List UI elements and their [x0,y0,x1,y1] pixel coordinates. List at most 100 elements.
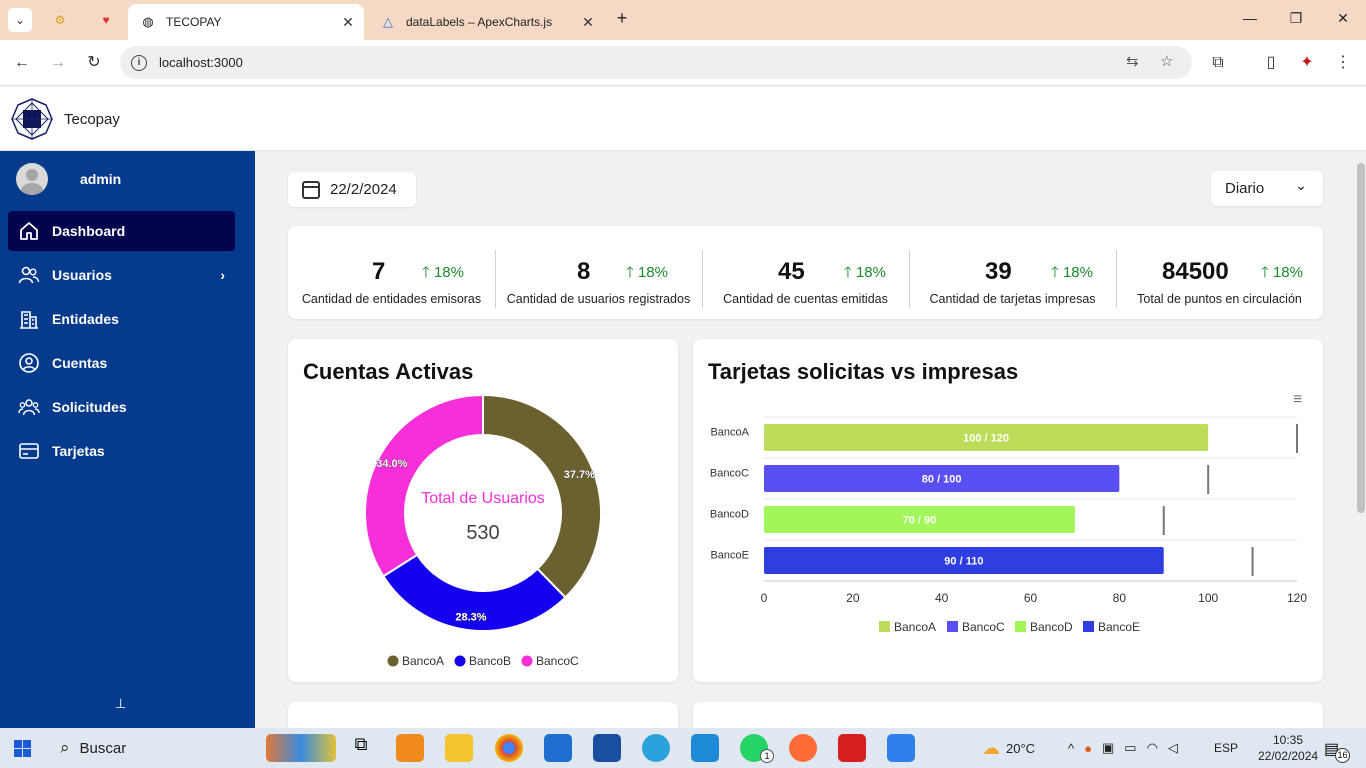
search-icon: ⌕ [60,738,70,757]
forward-button[interactable]: → [47,52,69,74]
close-tab-icon[interactable]: ✕ [578,14,598,31]
sidebar: admin Dashboard Usuarios › Entidades Cue… [0,151,255,728]
legend-marker[interactable] [1015,621,1026,632]
security-icon[interactable] [593,734,621,762]
mail-icon[interactable] [544,734,572,762]
task-view-icon[interactable]: ⧉ [347,734,375,762]
chrome-icon[interactable] [495,734,523,762]
date-picker[interactable]: 22/2/2024 [288,172,416,207]
git-tool-icon[interactable] [887,734,915,762]
legend-marker[interactable] [387,655,399,667]
extensions-icon[interactable]: ⧉ [1207,52,1229,74]
battery-icon[interactable]: ▭ [1124,740,1136,756]
close-tab-icon[interactable]: ✕ [338,14,358,31]
legend-marker[interactable] [947,621,958,632]
app-icon-1[interactable] [396,734,424,762]
pdf-reader-icon[interactable] [838,734,866,762]
weather-widget[interactable]: ☁ 20°C [982,728,1035,768]
back-button[interactable]: ← [11,52,33,74]
sidebar-nav: Dashboard Usuarios › Entidades Cuentas S… [8,211,235,475]
translate-icon[interactable]: ⇆ [1126,52,1139,70]
sidebar-item-tarjetas[interactable]: Tarjetas [8,431,235,471]
file-explorer-icon[interactable] [445,734,473,762]
omnibox[interactable]: i localhost:3000 ⇆ ☆ [120,46,1192,79]
notification-badge: 16 [1335,748,1350,763]
clock-time: 10:35 [1272,733,1304,747]
bar-chart: 100 / 120 BancoA 80 / 100 BancoC 70 / 90 Banc… [710,416,1307,634]
new-tab-button[interactable]: + [610,8,634,28]
sidebar-item-solicitudes[interactable]: Solicitudes [8,387,235,427]
restore-button[interactable]: ❐ [1284,10,1308,30]
legend-marker[interactable] [1083,621,1094,632]
chevron-up-icon[interactable]: ^ [1068,741,1074,756]
legend-marker[interactable] [454,655,466,667]
legend-label[interactable]: BancoC [536,654,579,668]
arrow-up-icon: 🡑 [844,264,856,281]
legend-label[interactable]: BancoA [402,654,444,668]
stat-label: Cantidad de cuentas emitidas [723,292,888,306]
donut-slice-BancoC[interactable] [364,393,484,578]
donut-center-label: Total de Usuarios [421,490,545,507]
tab-search-button[interactable]: ⌄ [8,8,32,32]
sidebar-item-label: Dashboard [52,223,126,239]
pin-icon[interactable]: ⊥ [115,696,126,712]
arrow-up-icon: 🡑 [1051,264,1063,281]
user-profile[interactable]: admin [16,163,121,195]
legend-marker[interactable] [521,655,533,667]
sidebar-item-usuarios[interactable]: Usuarios › [8,255,235,295]
telegram-icon[interactable] [642,734,670,762]
period-select[interactable]: Diario ⌄ [1211,171,1323,206]
legend-label[interactable]: BancoA [894,620,936,634]
camera-icon[interactable]: ▣ [1102,740,1114,756]
site-info-icon[interactable]: i [131,54,147,71]
weather-temp: 20°C [1006,740,1036,756]
chevron-right-icon: › [220,267,225,283]
legend-marker[interactable] [879,621,890,632]
windows-start-icon[interactable] [14,740,31,757]
menu-icon[interactable]: ⋮ [1332,52,1354,74]
tab-apexcharts[interactable]: △ dataLabels – ApexCharts.js ✕ [368,4,604,40]
alert-icon[interactable]: ● [1084,741,1092,756]
legend-label[interactable]: BancoE [1098,620,1140,634]
reload-button[interactable]: ↻ [83,52,105,74]
language-indicator[interactable]: ESP [1214,728,1238,768]
postman-icon[interactable] [789,734,817,762]
stat-value: 39 [985,258,1012,285]
scrollbar-thumb[interactable] [1357,163,1365,513]
donut-data-label: 28.3% [455,611,486,623]
tab-tecopay[interactable]: ◍ TECOPAY ✕ [128,4,364,40]
legend-label[interactable]: BancoD [1030,620,1073,634]
tarjetas-card: Tarjetas solicitas vs impresas ≡ 100 / 1… [693,339,1323,682]
x-tick-label: 40 [935,591,949,605]
sidebar-item-dashboard[interactable]: Dashboard [8,211,235,251]
clock[interactable]: 10:35 22/02/2024 [1258,732,1318,764]
legend-label[interactable]: BancoB [469,654,511,668]
sidebar-item-entidades[interactable]: Entidades [8,299,235,339]
cloud-icon: ☁ [982,737,1000,758]
bookmark-star-icon[interactable]: ☆ [1160,52,1173,70]
volume-icon[interactable]: ◁ [1168,740,1178,756]
pinned-tab-1-icon[interactable]: ⚙ [48,8,72,32]
cuentas-activas-card: Cuentas Activas 37.7% 28.3% 34.0% Total de … [288,339,678,682]
profile-icon[interactable]: ✦ [1296,52,1318,74]
url-text[interactable]: localhost:3000 [159,55,243,70]
minimize-button[interactable]: — [1238,10,1262,30]
page-scrollbar[interactable] [1356,151,1366,728]
side-panel-icon[interactable]: ▯ [1260,52,1282,74]
category-label: BancoE [710,550,749,562]
legend-label[interactable]: BancoC [962,620,1005,634]
stat-label: Total de puntos en circulación [1137,292,1302,306]
taskbar-search[interactable]: ⌕ Buscar [50,728,260,768]
search-highlight-icon[interactable] [266,734,336,762]
stat-label: Cantidad de tarjetas impresas [929,292,1096,306]
stat-cuentas: 45 🡑 18% Cantidad de cuentas emitidas [702,226,909,319]
wifi-icon[interactable]: ◠ [1147,740,1158,756]
vscode-icon[interactable] [691,734,719,762]
tray-icons[interactable]: ^ ● ▣ ▭ ◠ ◁ [1068,728,1178,768]
close-window-button[interactable]: ✕ [1331,10,1355,30]
stat-puntos: 84500 🡑 18% Total de puntos en circulaci… [1116,226,1323,319]
pinned-tab-2-icon[interactable]: ♥ [94,8,118,32]
sidebar-item-cuentas[interactable]: Cuentas [8,343,235,383]
bar-data-label: 70 / 90 [903,515,937,527]
stat-change: 🡑 18% [844,264,886,281]
